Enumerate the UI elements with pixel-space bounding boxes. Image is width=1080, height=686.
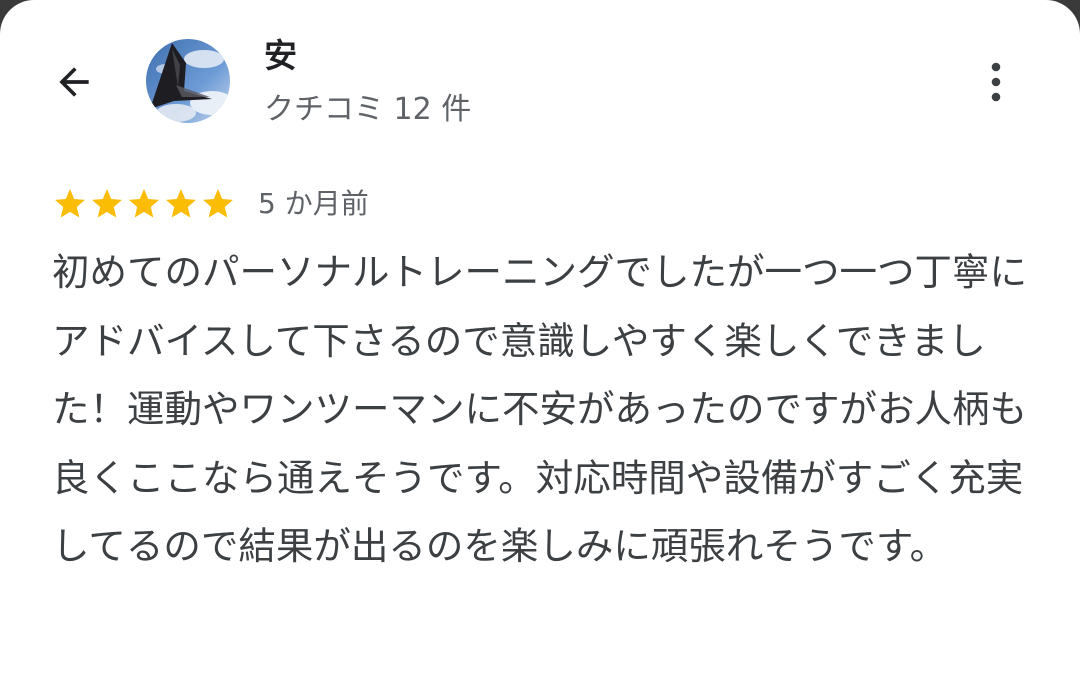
more-vert-icon bbox=[991, 62, 1001, 102]
more-options-button[interactable] bbox=[970, 52, 1022, 112]
star-icon bbox=[52, 186, 88, 222]
star-icon bbox=[126, 186, 162, 222]
star-rating bbox=[52, 186, 236, 222]
reviewer-name[interactable]: 安 bbox=[264, 34, 297, 78]
back-button[interactable] bbox=[44, 52, 104, 112]
star-icon bbox=[89, 186, 125, 222]
avatar-image bbox=[146, 39, 230, 123]
review-card: 安 クチコミ 12 件 5 か月前 初めてのパーソナルトレーニングでしたが一つ一… bbox=[0, 0, 1080, 686]
review-count[interactable]: クチコミ 12 件 bbox=[264, 90, 471, 130]
star-icon bbox=[200, 186, 236, 222]
avatar[interactable] bbox=[146, 39, 230, 123]
review-time: 5 か月前 bbox=[258, 187, 369, 220]
arrow-back-icon bbox=[59, 67, 89, 97]
star-icon bbox=[163, 186, 199, 222]
rating-row: 5 か月前 bbox=[52, 184, 369, 224]
review-text: 初めてのパーソナルトレーニングでしたが一つ一つ丁寧にアドバイスして下さるので意識… bbox=[52, 250, 1027, 568]
